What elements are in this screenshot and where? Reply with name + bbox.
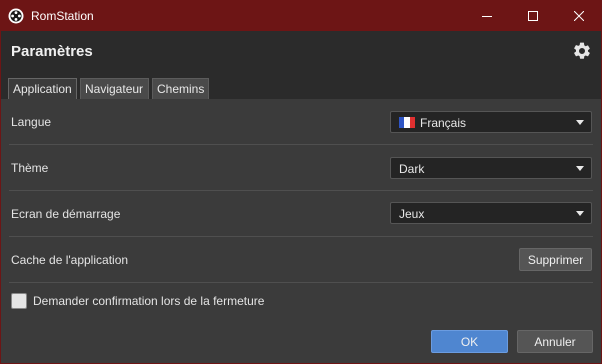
language-label: Langue — [11, 115, 52, 129]
settings-window: RomStation Paramètres Application Naviga… — [0, 0, 602, 364]
minimize-button[interactable] — [464, 0, 510, 31]
divider — [9, 282, 593, 283]
minimize-icon — [482, 15, 492, 17]
cache-label: Cache de l'application — [11, 253, 129, 267]
confirm-close-label: Demander confirmation lors de la fermetu… — [33, 294, 265, 308]
close-button[interactable] — [556, 0, 602, 31]
maximize-button[interactable] — [510, 0, 556, 31]
delete-cache-button[interactable]: Supprimer — [519, 248, 592, 271]
settings-panel: Paramètres Application Navigateur Chemin… — [1, 31, 601, 363]
startup-select[interactable]: Jeux — [390, 202, 592, 224]
tab-application[interactable]: Application — [8, 78, 77, 99]
language-value: Français — [399, 116, 466, 130]
confirm-close-checkbox[interactable] — [11, 293, 27, 309]
setting-row-language: Langue Français — [1, 99, 601, 145]
tab-navigateur[interactable]: Navigateur — [80, 78, 149, 99]
cancel-button[interactable]: Annuler — [517, 330, 593, 353]
language-select[interactable]: Français — [390, 111, 592, 133]
romstation-logo-icon — [8, 8, 24, 24]
startup-value: Jeux — [399, 207, 425, 221]
page-title: Paramètres — [11, 43, 93, 60]
settings-header: Paramètres — [1, 31, 601, 71]
title-bar[interactable]: RomStation — [0, 0, 602, 31]
ok-button[interactable]: OK — [431, 330, 508, 353]
close-icon — [574, 10, 584, 21]
setting-row-theme: Thème Dark — [1, 145, 601, 191]
language-value-text: Français — [420, 116, 467, 130]
maximize-icon — [528, 10, 538, 21]
france-flag-icon — [399, 117, 415, 128]
tab-bar: Application Navigateur Chemins — [1, 71, 601, 99]
tab-chemins[interactable]: Chemins — [152, 78, 209, 99]
theme-label: Thème — [11, 161, 49, 175]
theme-select[interactable]: Dark — [390, 157, 592, 179]
chevron-down-icon — [576, 120, 584, 125]
chevron-down-icon — [576, 166, 584, 171]
window-title: RomStation — [31, 9, 94, 23]
chevron-down-icon — [576, 211, 584, 216]
setting-row-cache: Cache de l'application Supprimer — [1, 237, 601, 283]
theme-value: Dark — [399, 162, 425, 176]
gear-icon[interactable] — [572, 41, 592, 61]
startup-label: Ecran de démarrage — [11, 207, 121, 221]
setting-row-startup: Ecran de démarrage Jeux — [1, 191, 601, 237]
